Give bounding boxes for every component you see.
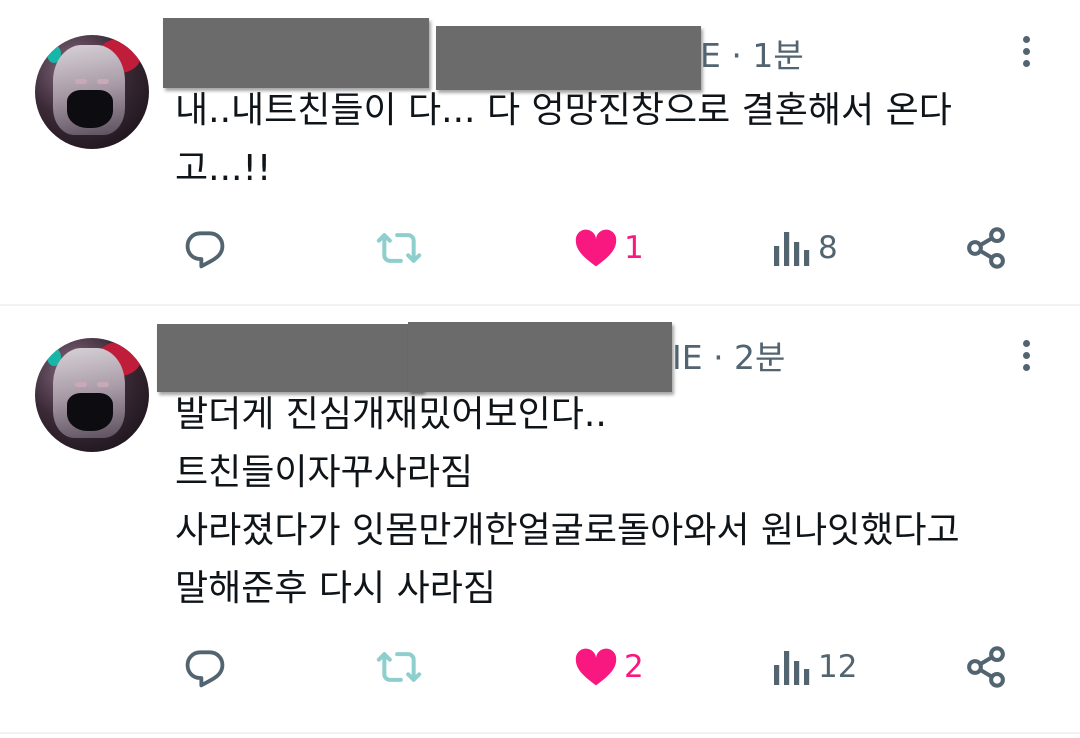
tweet[interactable]: IE · 2분 발더게 진심개재밌어보인다.. 트친들이자꾸사라짐 사라졌다가 … <box>0 306 1080 730</box>
more-icon[interactable] <box>1020 340 1032 376</box>
avatar-eye <box>97 382 109 387</box>
redacted-username <box>408 322 672 392</box>
more-icon[interactable] <box>1020 36 1032 72</box>
tweet-text: 내..내트친들이 다... 다 엉망진창으로 결혼해서 온다 고...!! <box>175 82 1055 198</box>
heart-icon <box>575 648 617 686</box>
retweet-icon <box>376 652 422 682</box>
like-button[interactable]: 2 <box>574 637 644 697</box>
share-icon <box>967 227 1005 269</box>
like-button[interactable]: 1 <box>574 218 644 278</box>
views-button[interactable]: 12 <box>772 637 857 697</box>
share-button[interactable] <box>964 218 1008 278</box>
reply-icon <box>185 650 225 688</box>
retweet-button[interactable] <box>375 637 423 697</box>
avatar-mask <box>67 393 113 431</box>
redacted-display-name <box>163 18 429 88</box>
tweet-text-line: 사라졌다가 잇몸만개한얼굴로돌아와서 원나잇했다고 <box>175 510 960 551</box>
tweet-text: 발더게 진심개재밌어보인다.. 트친들이자꾸사라짐 사라졌다가 잇몸만개한얼굴로… <box>175 386 1055 618</box>
avatar-eye <box>75 79 87 84</box>
analytics-icon <box>774 651 810 685</box>
like-count: 2 <box>624 649 644 685</box>
avatar-mask <box>67 90 113 128</box>
divider <box>0 732 1080 734</box>
view-count: 8 <box>818 230 838 266</box>
avatar[interactable] <box>35 338 149 452</box>
view-count: 12 <box>818 649 858 685</box>
username-and-time: IE · 2분 <box>672 338 786 377</box>
heart-icon <box>575 229 617 267</box>
tweet-text-line: 트친들이자꾸사라짐 <box>175 452 474 493</box>
tweet-text-line: 내..내트친들이 다... 다 엉망진창으로 결혼해서 온다 <box>175 90 952 131</box>
reply-button[interactable] <box>183 218 227 278</box>
avatar[interactable] <box>35 35 149 149</box>
action-bar: 1 8 <box>0 218 1080 278</box>
analytics-icon <box>774 232 810 266</box>
tweet-text-line: 발더게 진심개재밌어보인다.. <box>175 394 607 435</box>
like-count: 1 <box>624 230 644 266</box>
tweet-text-line: 고...!! <box>175 148 272 189</box>
reply-button[interactable] <box>183 637 227 697</box>
share-icon <box>967 646 1005 688</box>
retweet-button[interactable] <box>375 218 423 278</box>
share-button[interactable] <box>964 637 1008 697</box>
reply-icon <box>185 231 225 269</box>
username-and-time: E · 1분 <box>700 36 804 75</box>
redacted-display-name <box>157 324 423 392</box>
avatar-eye <box>97 79 109 84</box>
redacted-username <box>436 26 701 90</box>
tweet[interactable]: E · 1분 내..내트친들이 다... 다 엉망진창으로 결혼해서 온다 고.… <box>0 0 1080 305</box>
retweet-icon <box>376 233 422 263</box>
avatar-eye <box>75 382 87 387</box>
action-bar: 2 12 <box>0 637 1080 697</box>
views-button[interactable]: 8 <box>772 218 838 278</box>
tweet-text-line: 말해준후 다시 사라짐 <box>175 568 496 609</box>
